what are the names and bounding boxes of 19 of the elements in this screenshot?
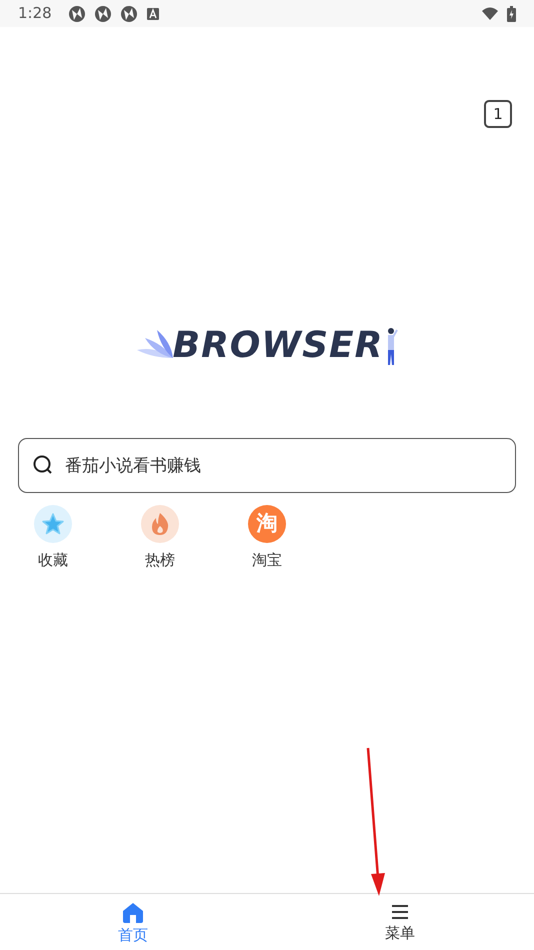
logo-text: BROWSER bbox=[172, 328, 384, 364]
app-notification-icon bbox=[120, 4, 138, 22]
menu-tab[interactable]: 菜单 bbox=[360, 902, 440, 942]
shortcut-label: 收藏 bbox=[38, 550, 68, 571]
app-notification-icon bbox=[94, 4, 112, 22]
tab-count-button[interactable]: 1 bbox=[484, 100, 512, 128]
battery-icon bbox=[507, 6, 516, 22]
home-tab[interactable]: 首页 bbox=[93, 902, 173, 944]
home-icon bbox=[122, 902, 144, 924]
status-time: 1:28 bbox=[18, 3, 52, 24]
keyboard-notification-icon bbox=[146, 6, 160, 20]
app-notification-icon bbox=[68, 4, 86, 22]
search-field[interactable]: 番茄小说看书赚钱 bbox=[18, 438, 516, 493]
menu-icon bbox=[389, 902, 411, 922]
search-icon bbox=[32, 454, 54, 476]
wifi-icon bbox=[481, 6, 499, 20]
shortcut-label: 淘宝 bbox=[252, 550, 282, 571]
flame-icon[interactable] bbox=[141, 505, 179, 543]
shortcut-label: 热榜 bbox=[145, 550, 175, 571]
